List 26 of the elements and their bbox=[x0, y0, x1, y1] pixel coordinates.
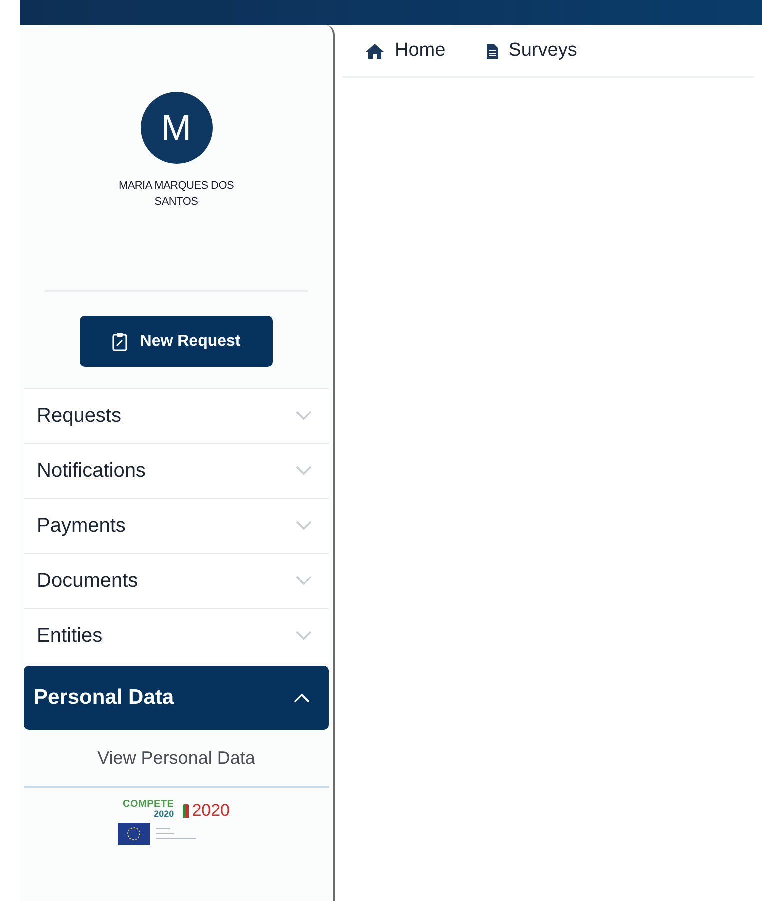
user-name: MARIA MARQUES DOS SANTOS bbox=[118, 179, 236, 210]
compete-logo: COMPETE 2020 bbox=[122, 800, 174, 819]
menu-item[interactable]: Payments bbox=[24, 498, 329, 553]
chevron-down-icon bbox=[295, 466, 313, 476]
eu-flag-icon bbox=[118, 823, 150, 845]
menu-item[interactable]: Personal Data bbox=[24, 666, 329, 730]
submenu-item[interactable]: View Personal Data bbox=[24, 730, 329, 788]
chevron-down-icon bbox=[295, 411, 313, 421]
menu-item[interactable]: Requests bbox=[24, 388, 329, 443]
chevron-down-icon bbox=[295, 631, 313, 641]
small-print-drawing bbox=[156, 827, 196, 841]
home-icon bbox=[365, 43, 385, 60]
flag-icon bbox=[182, 803, 190, 819]
chevron-down-icon bbox=[295, 576, 313, 586]
nav-link[interactable]: Surveys bbox=[486, 37, 578, 66]
portugal-logo: 2020 bbox=[182, 802, 230, 819]
new-request-button[interactable]: New Request bbox=[80, 316, 273, 367]
menu-item[interactable]: Notifications bbox=[24, 443, 329, 498]
chevron-down-icon bbox=[295, 521, 313, 531]
nav-link[interactable]: Home bbox=[365, 37, 446, 66]
menu-item[interactable]: Entities bbox=[24, 608, 329, 663]
clipboard-icon bbox=[112, 332, 128, 352]
menu-item[interactable]: Documents bbox=[24, 553, 329, 608]
chevron-up-icon bbox=[293, 693, 311, 703]
avatar: M bbox=[140, 92, 212, 164]
document-icon bbox=[486, 43, 499, 60]
